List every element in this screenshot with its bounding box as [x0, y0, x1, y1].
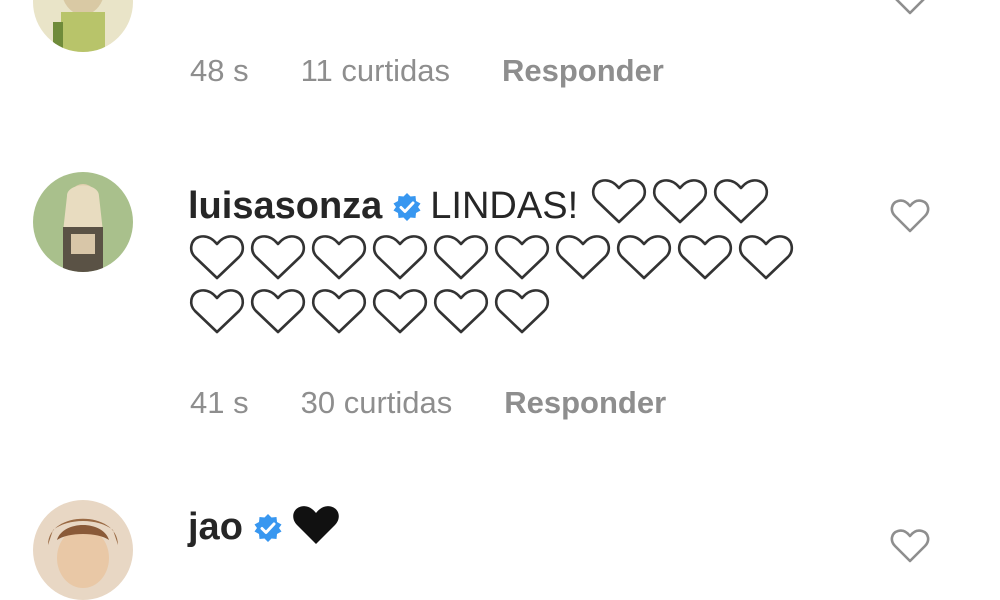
- white-heart-icon: [738, 235, 794, 280]
- white-heart-icon: [372, 235, 428, 280]
- white-heart-icon: [250, 289, 306, 334]
- white-heart-icon: [592, 179, 647, 224]
- heart-outline-icon: [890, 529, 930, 563]
- emoji-row: [188, 284, 795, 338]
- white-heart-icon: [433, 235, 489, 280]
- white-heart-icon: [433, 289, 489, 334]
- verified-badge-icon: [392, 183, 422, 237]
- emoji-group: [590, 176, 770, 226]
- white-heart-icon: [189, 235, 245, 280]
- comment-text: LINDAS!: [430, 185, 579, 227]
- heart-outline-icon: [890, 199, 930, 233]
- black-heart-icon: [291, 503, 341, 562]
- white-heart-icon: [372, 289, 428, 334]
- comment-likes[interactable]: 30 curtidas: [301, 385, 453, 421]
- reply-button[interactable]: Responder: [504, 385, 666, 421]
- comment-username[interactable]: luisasonza: [188, 185, 382, 227]
- comment-body: luisasonza LINDAS!: [188, 176, 795, 338]
- white-heart-icon: [555, 235, 611, 280]
- like-button[interactable]: [890, 528, 930, 564]
- avatar[interactable]: [33, 0, 133, 52]
- like-button[interactable]: [890, 198, 930, 234]
- comment-meta: 48 s 11 curtidas Responder: [190, 53, 716, 89]
- avatar[interactable]: [33, 172, 133, 272]
- verified-badge-icon: [253, 504, 283, 558]
- comment-item: 48 s 11 curtidas Responder: [0, 0, 1000, 100]
- comment-time[interactable]: 48 s: [190, 53, 249, 89]
- white-heart-icon: [494, 289, 550, 334]
- white-heart-icon: [677, 235, 733, 280]
- avatar[interactable]: [33, 500, 133, 600]
- white-heart-icon: [653, 179, 708, 224]
- comment-likes[interactable]: 11 curtidas: [301, 53, 450, 89]
- comment-meta: 41 s 30 curtidas Responder: [190, 385, 718, 421]
- like-button[interactable]: [890, 0, 930, 16]
- white-heart-icon: [189, 289, 245, 334]
- white-heart-icon: [311, 289, 367, 334]
- emoji-row: [188, 230, 795, 284]
- comment-username[interactable]: jao: [188, 506, 243, 548]
- white-heart-icon: [250, 235, 306, 280]
- white-heart-icon: [714, 179, 769, 224]
- white-heart-icon: [311, 235, 367, 280]
- white-heart-icon: [494, 235, 550, 280]
- comment-time[interactable]: 41 s: [190, 385, 249, 421]
- reply-button[interactable]: Responder: [502, 53, 664, 89]
- comment-body: jao: [188, 500, 341, 562]
- heart-outline-icon: [895, 0, 925, 15]
- white-heart-icon: [616, 235, 672, 280]
